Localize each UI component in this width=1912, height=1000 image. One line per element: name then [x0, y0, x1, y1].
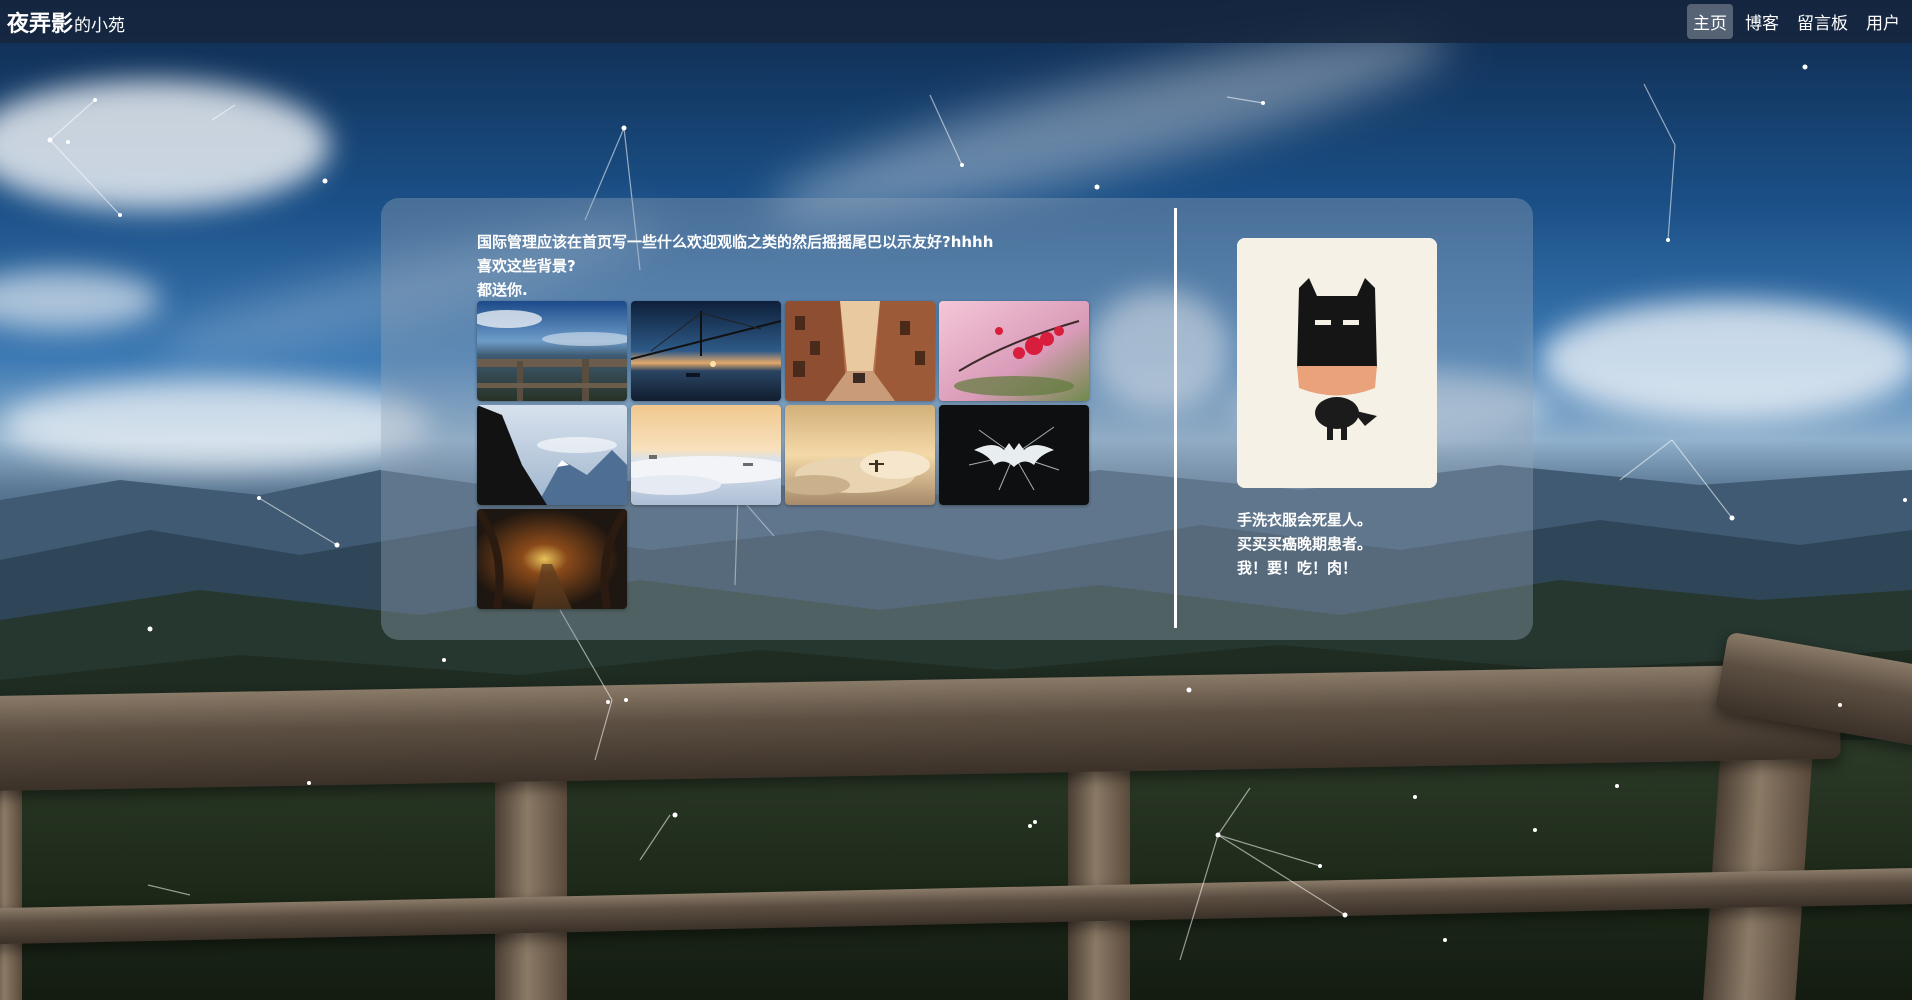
nav-item-user[interactable]: 用户 — [1860, 4, 1906, 39]
gallery-thumb-blossom[interactable] — [939, 301, 1089, 401]
gallery-thumb-snowy-mountain[interactable] — [477, 405, 627, 505]
nav-item-home[interactable]: 主页 — [1687, 4, 1733, 39]
gallery-thumb-bridge[interactable] — [631, 301, 781, 401]
top-navbar: 夜弄影 的小苑 主页 博客 留言板 用户 — [0, 0, 1912, 43]
thumbnail-image — [477, 509, 627, 609]
gallery-thumb-forest-path[interactable] — [477, 509, 627, 609]
gallery-thumb-old-town[interactable] — [785, 301, 935, 401]
thumbnail-image — [785, 301, 935, 401]
gallery-thumb-mountain-fence[interactable] — [477, 301, 627, 401]
motto-line: 我！要！吃！肉！ — [1237, 559, 1358, 577]
intro-line: 喜欢这些背景? — [477, 257, 576, 275]
thumbnail-image — [939, 405, 1089, 505]
thumbnail-image — [631, 301, 781, 401]
gallery-thumb-bat-logo[interactable] — [939, 405, 1089, 505]
thumbnail-image — [631, 405, 781, 505]
intro-line: 国际管理应该在首页写一些什么欢迎观临之类的然后摇摇尾巴以示友好?hhhh — [477, 233, 994, 251]
motto-line: 买买买癌晚期患者。 — [1237, 535, 1373, 553]
gallery-thumb-statue-clouds[interactable] — [785, 405, 935, 505]
intro-text: 国际管理应该在首页写一些什么欢迎观临之类的然后摇摇尾巴以示友好?hhhh 喜欢这… — [477, 230, 993, 302]
gallery-thumb-cloud-sea[interactable] — [631, 405, 781, 505]
panel-divider — [1174, 208, 1177, 628]
site-logo[interactable]: 夜弄影 的小苑 — [7, 6, 125, 38]
thumbnail-image — [939, 301, 1089, 401]
main-nav: 主页 博客 留言板 用户 — [1687, 4, 1906, 39]
thumbnail-image — [785, 405, 935, 505]
welcome-panel: 国际管理应该在首页写一些什么欢迎观临之类的然后摇摇尾巴以示友好?hhhh 喜欢这… — [381, 198, 1533, 640]
background-gallery — [477, 301, 1089, 609]
thumbnail-image — [477, 301, 627, 401]
batman-illustration-icon — [1237, 238, 1437, 488]
motto-line: 手洗衣服会死星人。 — [1237, 511, 1373, 529]
brand-name: 夜弄影 — [7, 11, 74, 37]
intro-line: 都送你. — [477, 281, 528, 299]
brand-suffix: 的小苑 — [74, 15, 126, 36]
thumbnail-image — [477, 405, 627, 505]
profile-motto: 手洗衣服会死星人。 买买买癌晚期患者。 我！要！吃！肉！ — [1237, 508, 1372, 580]
avatar[interactable] — [1237, 238, 1437, 488]
nav-item-blog[interactable]: 博客 — [1739, 4, 1785, 39]
nav-item-guestbook[interactable]: 留言板 — [1791, 4, 1854, 39]
